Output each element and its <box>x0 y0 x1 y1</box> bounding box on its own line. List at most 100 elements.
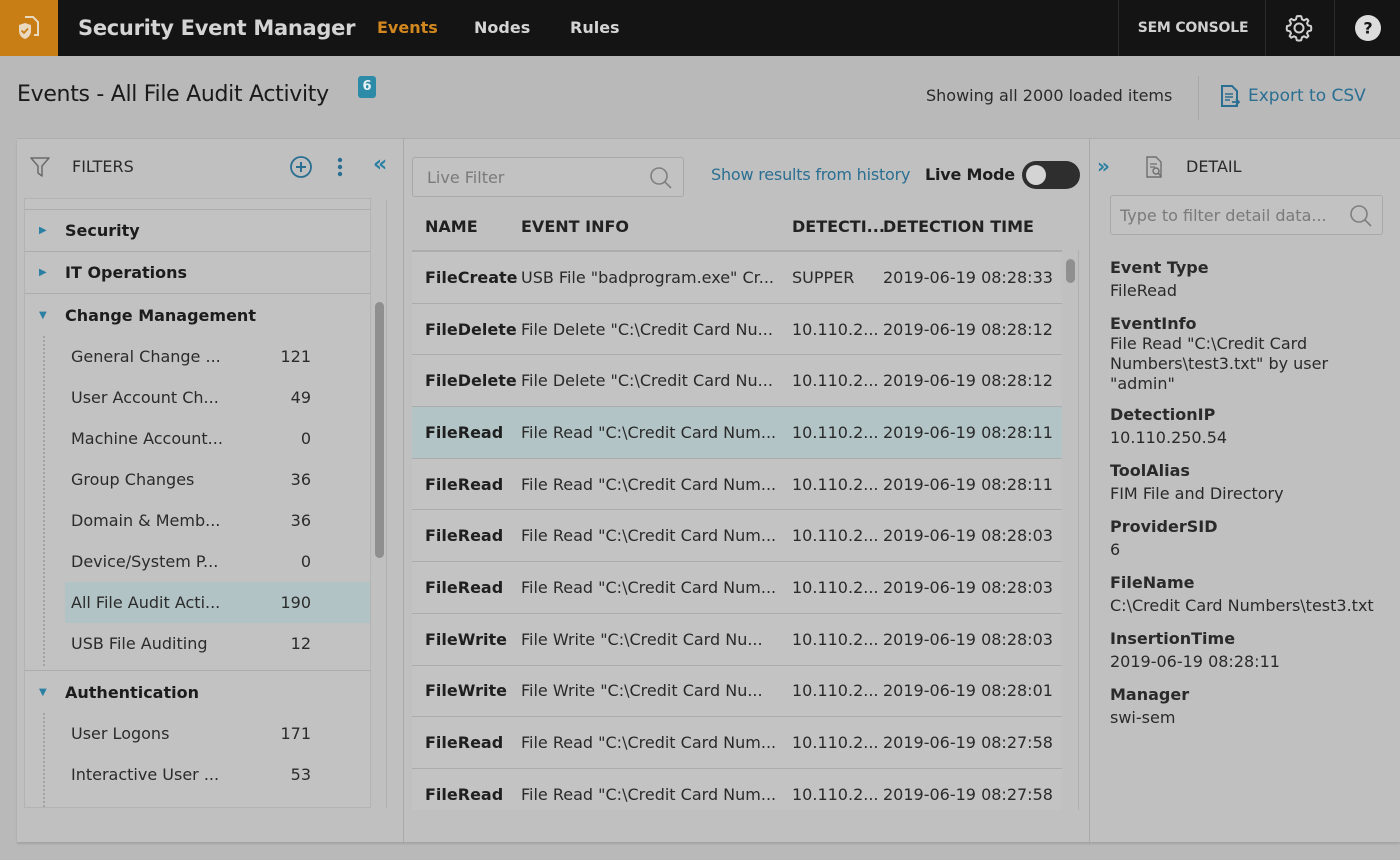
detail-field-key: Manager <box>1110 685 1190 704</box>
search-icon[interactable] <box>649 166 673 190</box>
filter-item[interactable]: Machine Account... 0 <box>65 418 370 459</box>
detail-field: Event Type FileRead <box>1110 257 1395 303</box>
detail-field-value: 2019-06-19 08:28:11 <box>1110 652 1280 671</box>
event-name-cell: FileDelete <box>425 319 517 339</box>
question-circle-icon: ? <box>1355 15 1381 41</box>
event-info-cell: File Delete "C:\Credit Card Nu... <box>521 371 773 391</box>
filter-group-change-management[interactable]: ▼ Change Management <box>25 294 370 336</box>
filter-item[interactable]: Group Changes 36 <box>65 459 370 500</box>
detail-field: InsertionTime 2019-06-19 08:28:11 <box>1110 628 1395 674</box>
live-mode-label: Live Mode <box>925 165 1015 184</box>
filter-group-security[interactable]: ▶ Security <box>25 210 370 252</box>
filter-item[interactable]: General Change ... 121 <box>65 336 370 377</box>
detail-filter-input[interactable] <box>1111 196 1341 234</box>
collapse-panel-icon[interactable]: « <box>373 152 387 177</box>
events-scrollbar-track <box>1078 250 1079 810</box>
column-header-event-info[interactable]: EVENT INFO <box>521 217 792 236</box>
svg-text:?: ? <box>1363 19 1372 38</box>
event-row[interactable]: FileRead File Read "C:\Credit Card Num...… <box>412 562 1062 614</box>
nav-rules[interactable]: Rules <box>570 0 620 56</box>
help-button[interactable]: ? <box>1335 0 1400 56</box>
event-row[interactable]: FileRead File Read "C:\Credit Card Num...… <box>412 768 1062 810</box>
detection-ip-cell: SUPPER <box>792 267 855 287</box>
column-header-name[interactable]: NAME <box>412 217 521 236</box>
shield-document-icon <box>19 16 39 39</box>
live-filter-input[interactable] <box>413 158 633 196</box>
filter-item[interactable]: User Logons 171 <box>65 713 370 754</box>
filters-title: FILTERS <box>72 157 134 176</box>
detail-field-key: EventInfo <box>1110 314 1197 333</box>
event-row[interactable]: FileRead File Read "C:\Credit Card Num...… <box>412 458 1062 511</box>
detection-ip-cell: 10.110.2... <box>792 577 879 597</box>
detail-title: DETAIL <box>1186 157 1242 176</box>
export-csv-button[interactable]: Export to CSV <box>1220 84 1366 108</box>
detection-time-cell: 2019-06-19 08:28:01 <box>883 681 1053 701</box>
column-header-detection-ip[interactable]: DETECTI... <box>792 217 885 236</box>
filters-header: FILTERS « <box>28 152 398 182</box>
detail-field-value: 6 <box>1110 540 1121 559</box>
event-row[interactable]: FileRead File Read "C:\Credit Card Num...… <box>412 510 1062 563</box>
more-options-icon[interactable] <box>336 156 344 178</box>
event-info-cell: File Read "C:\Credit Card Num... <box>521 422 777 442</box>
filter-item[interactable]: Domain & Memb... 36 <box>65 500 370 541</box>
detail-field-value: FIM File and Directory <box>1110 484 1284 503</box>
filter-item-selected[interactable]: All File Audit Acti... 190 <box>65 582 370 623</box>
filter-item[interactable]: Interactive User ... 53 <box>65 754 370 795</box>
event-row[interactable]: FileDelete File Delete "C:\Credit Card Nu… <box>412 303 1062 356</box>
authentication-children: User Logons 171 Interactive User ... 53 <box>25 713 370 807</box>
event-row[interactable]: FileWrite File Write "C:\Credit Card Nu..… <box>412 665 1062 718</box>
nav-events[interactable]: Events <box>377 0 438 56</box>
filter-item[interactable]: User Account Ch... 49 <box>65 377 370 418</box>
column-header-detection-time[interactable]: DETECTION TIME <box>883 217 1058 236</box>
detail-field: ProviderSID 6 <box>1110 516 1395 562</box>
filter-group-it-operations[interactable]: ▶ IT Operations <box>25 252 370 294</box>
detail-field-key: InsertionTime <box>1110 629 1236 648</box>
export-csv-label: Export to CSV <box>1248 86 1366 106</box>
filter-item[interactable]: Device/System P... 0 <box>65 541 370 582</box>
detail-field: EventInfo File Read "C:\Credit Card Numbe… <box>1110 313 1395 394</box>
detail-field-key: Event Type <box>1110 258 1209 277</box>
expand-panel-icon[interactable]: » <box>1097 154 1110 178</box>
events-table: FileCreate USB File "badprogram.exe" Cr..… <box>412 250 1062 810</box>
filter-group-authentication[interactable]: ▼ Authentication <box>25 671 370 713</box>
live-mode-toggle[interactable] <box>1022 161 1080 189</box>
detection-time-cell: 2019-06-19 08:27:58 <box>883 733 1053 753</box>
page-title: Events - All File Audit Activity <box>17 82 329 107</box>
toggle-knob <box>1026 165 1046 185</box>
event-row[interactable]: FileWrite File Write "C:\Credit Card Nu..… <box>412 613 1062 666</box>
detail-field-key: DetectionIP <box>1110 405 1216 424</box>
app-logo[interactable] <box>0 0 58 56</box>
detail-field-value: FileRead <box>1110 281 1177 300</box>
detail-field-value: 10.110.250.54 <box>1110 428 1228 447</box>
detection-time-cell: 2019-06-19 08:28:03 <box>883 526 1053 546</box>
export-document-icon <box>1221 85 1240 107</box>
add-filter-icon[interactable] <box>289 155 313 179</box>
event-row[interactable]: FileDelete File Delete "C:\Credit Card Nu… <box>412 355 1062 408</box>
count-badge: 6 <box>358 76 376 98</box>
detection-time-cell: 2019-06-19 08:28:03 <box>883 629 1053 649</box>
detection-ip-cell: 10.110.2... <box>792 319 879 339</box>
settings-button[interactable] <box>1266 0 1332 56</box>
event-row[interactable]: FileRead File Read "C:\Credit Card Num...… <box>412 717 1062 769</box>
sem-console-button[interactable]: SEM CONSOLE <box>1120 0 1266 56</box>
event-info-cell: File Read "C:\Credit Card Num... <box>521 784 777 804</box>
detection-time-cell: 2019-06-19 08:28:12 <box>883 371 1053 391</box>
detail-filter-field <box>1110 195 1383 235</box>
filters-scrollbar[interactable] <box>375 302 384 558</box>
show-history-link[interactable]: Show results from history <box>711 165 911 184</box>
event-row[interactable]: FileCreate USB File "badprogram.exe" Cr..… <box>412 252 1062 304</box>
events-scrollbar[interactable] <box>1066 259 1075 283</box>
divider <box>1089 138 1090 842</box>
nav-nodes[interactable]: Nodes <box>474 0 530 56</box>
detection-ip-cell: 10.110.2... <box>792 371 879 391</box>
change-management-children: General Change ... 121 User Account Ch...… <box>25 336 370 671</box>
detail-field: ToolAlias FIM File and Directory <box>1110 460 1395 506</box>
detection-time-cell: 2019-06-19 08:28:11 <box>883 474 1053 494</box>
event-info-cell: USB File "badprogram.exe" Cr... <box>521 267 775 287</box>
detection-ip-cell: 10.110.2... <box>792 422 879 442</box>
filter-item[interactable]: USB File Auditing 12 <box>65 623 370 664</box>
caret-down-icon: ▼ <box>39 686 47 698</box>
event-row-selected[interactable]: FileRead File Read "C:\Credit Card Num...… <box>412 407 1062 459</box>
search-icon[interactable] <box>1349 204 1373 228</box>
event-info-cell: File Write "C:\Credit Card Nu... <box>521 629 763 649</box>
